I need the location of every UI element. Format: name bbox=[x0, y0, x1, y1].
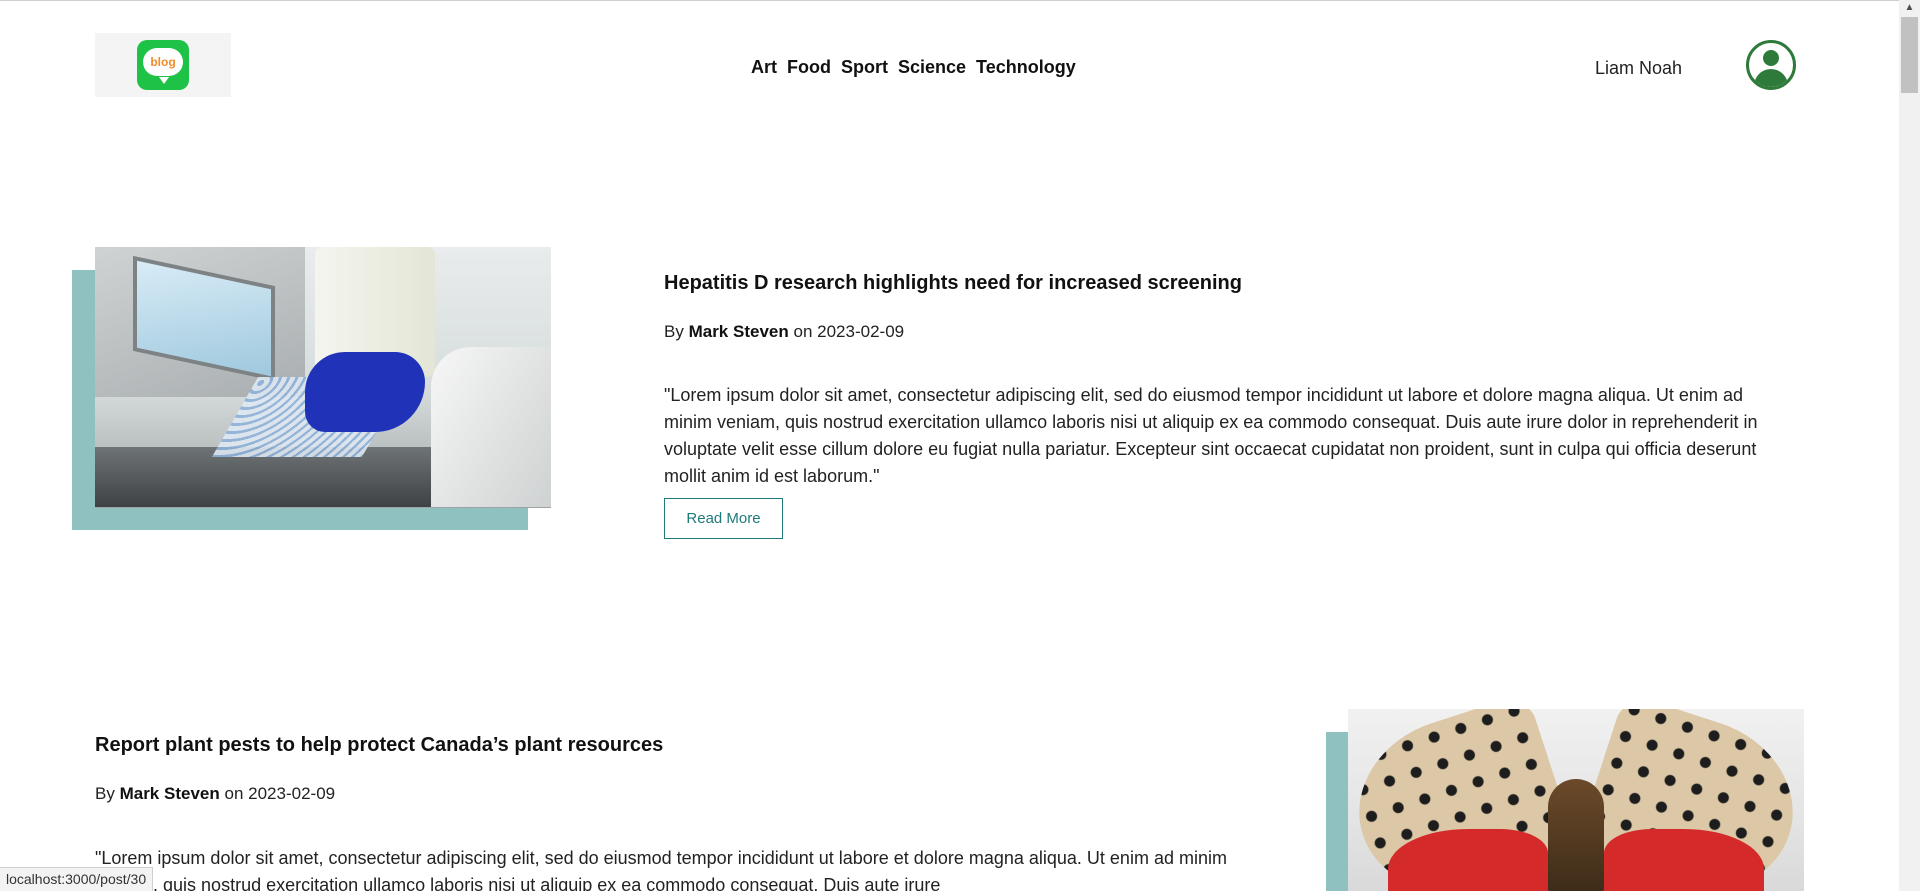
nav-link-art[interactable]: Art bbox=[751, 57, 777, 78]
post-image[interactable] bbox=[1348, 709, 1804, 891]
post-image[interactable] bbox=[95, 247, 551, 508]
post-excerpt: "Lorem ipsum dolor sit amet, consectetur… bbox=[95, 848, 1227, 891]
user-avatar-icon[interactable] bbox=[1746, 40, 1796, 90]
link-status-bar: localhost:3000/post/30 bbox=[0, 867, 154, 891]
post-meta: By Mark Steven on 2023-02-09 bbox=[95, 784, 335, 804]
nav-link-technology[interactable]: Technology bbox=[976, 57, 1076, 78]
site-logo[interactable]: blog bbox=[95, 33, 231, 97]
post-author[interactable]: Mark Steven bbox=[689, 322, 789, 341]
on-label: on bbox=[793, 322, 813, 341]
read-more-button[interactable]: Read More bbox=[664, 498, 783, 539]
vertical-scrollbar[interactable]: ▲ bbox=[1899, 0, 1920, 891]
on-label: on bbox=[224, 784, 244, 803]
post-title[interactable]: Report plant pests to help protect Canad… bbox=[95, 734, 663, 757]
post-author[interactable]: Mark Steven bbox=[120, 784, 220, 803]
logo-text: blog bbox=[150, 55, 176, 69]
post-date: 2023-02-09 bbox=[248, 784, 336, 803]
post-excerpt: "Lorem ipsum dolor sit amet, consectetur… bbox=[664, 385, 1758, 486]
post-date: 2023-02-09 bbox=[817, 322, 905, 341]
scroll-up-arrow-icon[interactable]: ▲ bbox=[1899, 0, 1920, 16]
post-meta: By Mark Steven on 2023-02-09 bbox=[664, 322, 904, 342]
nav-link-science[interactable]: Science bbox=[898, 57, 966, 78]
by-label: By bbox=[95, 784, 115, 803]
by-label: By bbox=[664, 322, 684, 341]
nav-link-food[interactable]: Food bbox=[787, 57, 831, 78]
nav-link-sport[interactable]: Sport bbox=[841, 57, 888, 78]
post-title[interactable]: Hepatitis D research highlights need for… bbox=[664, 272, 1242, 295]
user-name[interactable]: Liam Noah bbox=[1595, 58, 1682, 79]
logo-chat-bubble-icon: blog bbox=[137, 40, 189, 90]
window-top-border bbox=[0, 0, 1899, 1]
scrollbar-thumb[interactable] bbox=[1901, 17, 1918, 93]
category-nav: Art Food Sport Science Technology bbox=[751, 57, 1076, 78]
